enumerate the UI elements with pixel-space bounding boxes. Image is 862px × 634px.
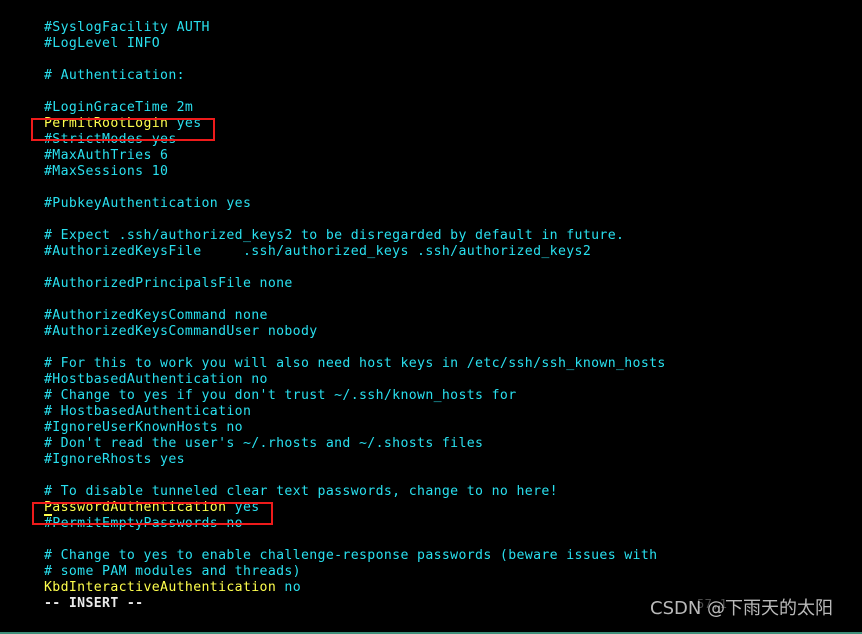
- code-line: #LogLevel INFO: [44, 36, 161, 51]
- code-line: #AuthorizedPrincipalsFile none: [44, 276, 293, 291]
- code-line: # Expect .ssh/authorized_keys2 to be dis…: [44, 228, 625, 243]
- code-line: # Don't read the user's ~/.rhosts and ~/…: [44, 436, 484, 451]
- vim-mode-status: -- INSERT --: [44, 596, 144, 611]
- code-line: #MaxSessions 10: [44, 164, 169, 179]
- config-directive-value: no: [276, 580, 301, 595]
- code-line: #HostbasedAuthentication no: [44, 372, 268, 387]
- config-directive-value: yes: [168, 116, 202, 131]
- code-line: # For this to work you will also need ho…: [44, 356, 666, 371]
- code-line: # Change to yes if you don't trust ~/.ss…: [44, 388, 517, 403]
- code-line: # HostbasedAuthentication: [44, 404, 252, 419]
- code-line: PasswordAuthentication yes: [44, 500, 834, 516]
- code-line: #MaxAuthTries 6: [44, 148, 169, 163]
- code-line: #AuthorizedKeysCommandUser nobody: [44, 324, 318, 339]
- code-line: #PermitEmptyPasswords no: [44, 516, 243, 531]
- code-line: #StrictModes yes: [44, 132, 177, 147]
- code-line: # Authentication:: [44, 68, 185, 83]
- code-line: #IgnoreUserKnownHosts no: [44, 420, 243, 435]
- terminal-window[interactable]: #SyslogFacility AUTH #LogLevel INFO # Aut…: [0, 0, 862, 634]
- code-line: #PubkeyAuthentication yes: [44, 196, 252, 211]
- code-line: # Change to yes to enable challenge-resp…: [44, 548, 658, 563]
- vim-editor-buffer[interactable]: #SyslogFacility AUTH #LogLevel INFO # Aut…: [44, 20, 834, 596]
- config-directive-value: yes: [226, 500, 260, 515]
- code-line: # To disable tunneled clear text passwor…: [44, 484, 558, 499]
- code-line: PermitRootLogin yes: [44, 116, 834, 132]
- code-line: # some PAM modules and threads): [44, 564, 301, 579]
- code-line: #LoginGraceTime 2m: [44, 100, 194, 115]
- code-line: #SyslogFacility AUTH: [44, 20, 210, 35]
- code-line: #IgnoreRhosts yes: [44, 452, 185, 467]
- code-line: KbdInteractiveAuthentication no: [44, 580, 834, 596]
- config-directive-key: PermitRootLogin: [44, 116, 169, 131]
- code-line: #AuthorizedKeysCommand none: [44, 308, 268, 323]
- config-directive-key: KbdInteractiveAuthentication: [44, 580, 277, 595]
- text-cursor: P: [44, 500, 53, 516]
- config-directive-key: PasswordAuthentication: [44, 500, 227, 516]
- csdn-watermark: CSDN @下雨天的太阳: [650, 598, 834, 619]
- code-line: #AuthorizedKeysFile .ssh/authorized_keys…: [44, 244, 592, 259]
